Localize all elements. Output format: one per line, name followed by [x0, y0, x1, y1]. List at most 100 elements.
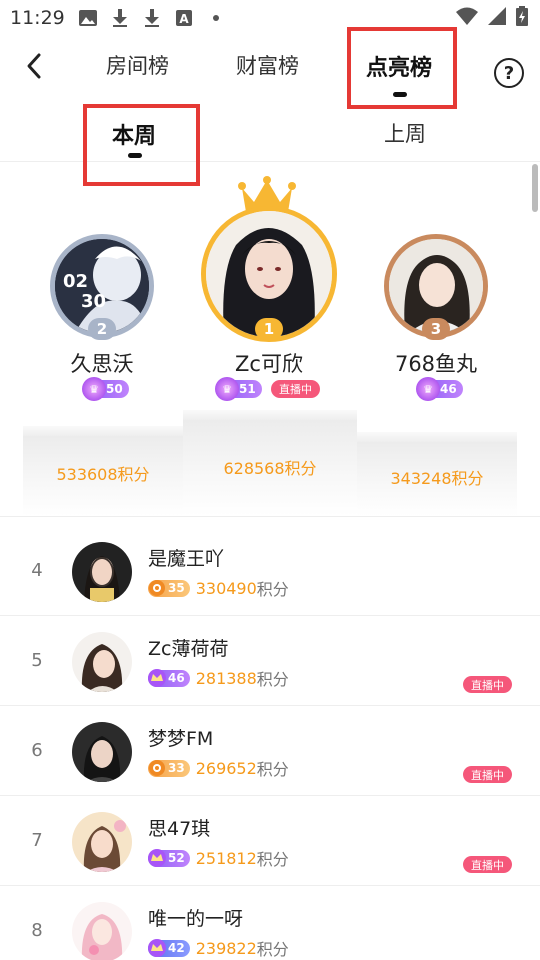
- podium-name: Zc可欣: [235, 352, 303, 376]
- back-button[interactable]: [18, 50, 50, 82]
- crown-icon: [146, 847, 168, 869]
- tab-active-indicator: [393, 92, 407, 97]
- live-badge: 直播中: [463, 766, 512, 783]
- list-score-unit: 积分: [256, 760, 289, 779]
- level-value: 46: [168, 671, 185, 685]
- list-meta: 46 281388 积分: [148, 666, 289, 690]
- level-value: 35: [168, 581, 185, 595]
- level-badge: ♛ 46: [416, 377, 463, 401]
- rank-badge: 1: [255, 318, 283, 340]
- notification-icons: A: [78, 9, 225, 27]
- help-icon: ?: [503, 62, 515, 84]
- svg-text:02: 02: [63, 271, 88, 292]
- rank-badge: 3: [422, 318, 450, 340]
- level-badge: 35: [148, 579, 190, 597]
- list-name: 思47琪: [148, 818, 211, 840]
- list-item[interactable]: 6 梦梦FM 33 269652 积分 直播中: [0, 706, 540, 796]
- avatar: [72, 902, 132, 960]
- download-icon: [143, 9, 161, 27]
- week-tabs: 本周 上周: [0, 100, 540, 162]
- tab-light-rank[interactable]: 点亮榜: [366, 50, 432, 82]
- list-meta: 33 269652 积分: [148, 756, 289, 780]
- level-value: 42: [168, 941, 185, 955]
- list-score: 269652: [195, 758, 257, 778]
- week-tab-indicator: [128, 153, 142, 158]
- tab-wealth-rank[interactable]: 财富榜: [236, 50, 299, 80]
- avatar: [72, 812, 132, 872]
- list-rank: 5: [31, 650, 43, 671]
- podium-block-top: [23, 426, 183, 436]
- live-badge: 直播中: [463, 676, 512, 693]
- image-icon: [78, 9, 97, 27]
- font-icon: A: [175, 9, 193, 27]
- dot-icon: [207, 9, 225, 27]
- list-meta: 52 251812 积分: [148, 846, 289, 870]
- crown-icon: [146, 937, 168, 959]
- level-badge: ♛ 50: [82, 377, 129, 401]
- list-rank: 7: [31, 830, 43, 851]
- tab-last-week[interactable]: 上周: [384, 118, 426, 148]
- podium-score: 628568积分: [223, 459, 317, 478]
- level-badge: 46: [146, 667, 190, 689]
- top-header: 房间榜 财富榜 点亮榜 ?: [0, 36, 540, 100]
- list-score-unit: 积分: [256, 670, 289, 689]
- tab-room-rank[interactable]: 房间榜: [106, 50, 169, 80]
- list-name: 梦梦FM: [148, 728, 214, 750]
- list-rank: 6: [31, 740, 43, 761]
- back-arrow-icon: [27, 53, 41, 79]
- scrollbar[interactable]: [532, 164, 538, 212]
- list-meta: 35 330490 积分: [148, 576, 289, 600]
- live-badge: 直播中: [463, 856, 512, 873]
- rank-badge: 2: [88, 318, 116, 340]
- battery-icon: [516, 6, 528, 30]
- list-name: Zc薄荷荷: [148, 638, 229, 660]
- list-score: 251812: [195, 848, 257, 868]
- level-value: 50: [106, 382, 123, 396]
- list-item[interactable]: 8 唯一的一呀 42 239822 积分: [0, 886, 540, 960]
- list-score-unit: 积分: [256, 940, 289, 959]
- wifi-icon: [456, 7, 478, 29]
- avatar: [72, 632, 132, 692]
- podium-score: 343248积分: [390, 469, 484, 488]
- level-value: 46: [440, 382, 457, 396]
- list-score-unit: 积分: [256, 850, 289, 869]
- podium-score: 533608积分: [56, 465, 150, 484]
- crown-icon: ♛: [82, 377, 106, 401]
- live-badge: 直播中: [271, 380, 320, 398]
- crown-icon: ♛: [416, 377, 440, 401]
- svg-text:A: A: [179, 12, 189, 26]
- help-button[interactable]: ?: [494, 58, 524, 88]
- crown-icon: ♛: [215, 377, 239, 401]
- signal-icon: [488, 7, 506, 29]
- crown-icon: [146, 667, 168, 689]
- list-score: 239822: [195, 938, 257, 958]
- status-bar: 11:29 A: [0, 0, 540, 36]
- download-icon: [111, 9, 129, 27]
- list-score: 281388: [195, 668, 257, 688]
- podium-name: 久思沃: [70, 352, 134, 376]
- list-rank: 8: [31, 920, 43, 941]
- avatar: [72, 542, 132, 602]
- level-value: 51: [239, 382, 256, 396]
- level-value: 33: [168, 761, 185, 775]
- list-name: 唯一的一呀: [148, 908, 244, 930]
- level-badge: 33: [146, 757, 190, 779]
- list-item[interactable]: 7 思47琪 52 251812 积分 直播中: [0, 796, 540, 886]
- list-item[interactable]: 5 Zc薄荷荷 46 281388 积分 直播中: [0, 616, 540, 706]
- status-time: 11:29: [10, 7, 65, 29]
- list-rank: 4: [31, 560, 43, 581]
- list-item[interactable]: 4 是魔王吖 35 330490 积分: [0, 526, 540, 616]
- level-ring-icon: [146, 757, 168, 779]
- podium-block-top: [357, 432, 517, 442]
- level-badge: ♛ 51: [215, 377, 262, 401]
- level-badge: 52: [146, 847, 190, 869]
- svg-text:30: 30: [81, 291, 106, 312]
- level-badge: 42: [146, 937, 190, 959]
- list-name: 是魔王吖: [148, 548, 225, 570]
- list-meta: 42 239822 积分: [148, 936, 289, 960]
- tab-this-week[interactable]: 本周: [112, 118, 156, 150]
- avatar: [72, 722, 132, 782]
- level-value: 52: [168, 851, 185, 865]
- podium-block-top: [183, 410, 357, 420]
- podium-name: 768鱼丸: [394, 352, 478, 376]
